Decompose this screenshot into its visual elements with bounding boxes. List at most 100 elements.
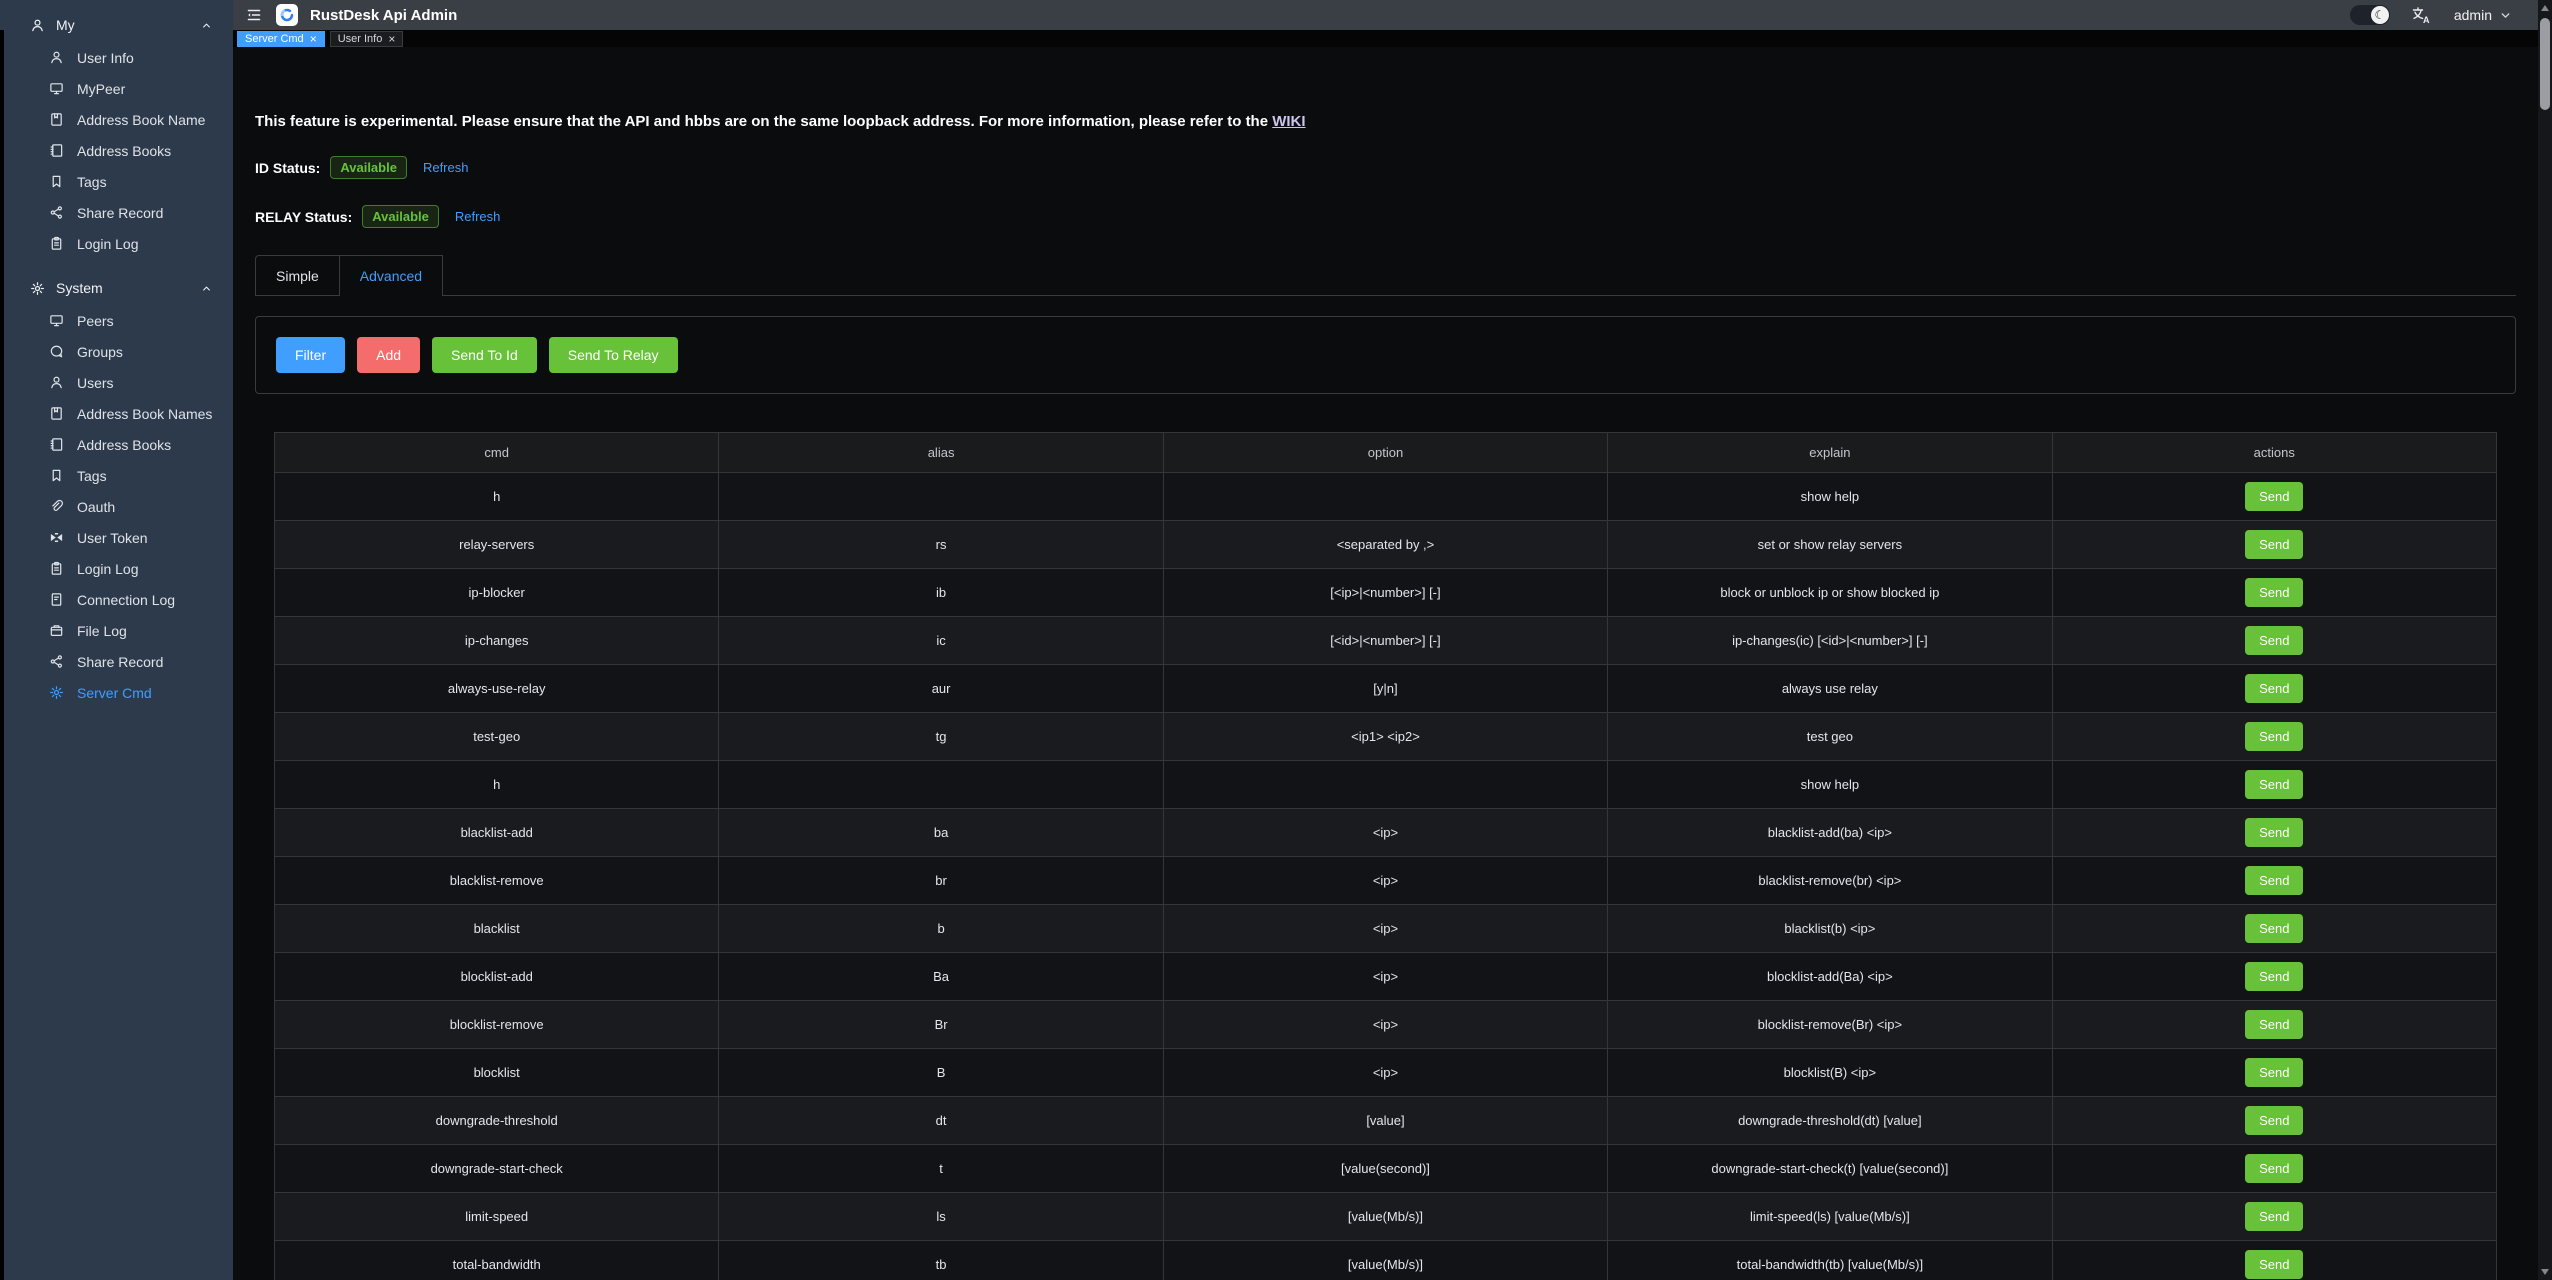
send-to-id-button[interactable]: Send To Id (432, 337, 537, 373)
refresh-link[interactable]: Refresh (423, 160, 469, 175)
tab-label: User Info (338, 33, 383, 45)
sidebar-item-oauth[interactable]: Oauth (0, 491, 233, 522)
cell-actions: Send (2052, 665, 2496, 713)
sidebar-item-login-log[interactable]: Login Log (0, 553, 233, 584)
sidebar-item-address-book-names[interactable]: Address Book Names (0, 398, 233, 429)
sidebar-item-address-book-name[interactable]: Address Book Name (0, 104, 233, 135)
send-button[interactable]: Send (2245, 914, 2303, 943)
sidebar-item-address-books[interactable]: Address Books (0, 429, 233, 460)
sidebar-item-file-log[interactable]: File Log (0, 615, 233, 646)
hamburger-menu-icon[interactable] (246, 7, 262, 23)
send-button[interactable]: Send (2245, 1058, 2303, 1087)
cell-cmd: blocklist-remove (275, 1001, 719, 1049)
cell-alias: tg (719, 713, 1163, 761)
cell-cmd: downgrade-start-check (275, 1145, 719, 1193)
sidebar-group-system[interactable]: System (0, 271, 233, 305)
send-button[interactable]: Send (2245, 962, 2303, 991)
sidebar-item-mypeer[interactable]: MyPeer (0, 73, 233, 104)
cell-explain: blocklist-add(Ba) <ip> (1608, 953, 2052, 1001)
wiki-link[interactable]: WIKI (1272, 113, 1305, 130)
chevron-up-icon (200, 282, 213, 295)
sidebar-group-my[interactable]: My (0, 8, 233, 42)
chevron-down-icon (2499, 9, 2512, 22)
tab-server-cmd[interactable]: Server Cmd× (237, 31, 325, 47)
table-row: blacklistb<ip>blacklist(b) <ip>Send (275, 905, 2497, 953)
sidebar-item-groups[interactable]: Groups (0, 336, 233, 367)
send-button[interactable]: Send (2245, 1154, 2303, 1183)
vertical-scrollbar[interactable] (2538, 0, 2552, 1280)
cell-actions: Send (2052, 857, 2496, 905)
send-to-relay-button[interactable]: Send To Relay (549, 337, 678, 373)
bookmark-icon (49, 468, 64, 483)
send-button[interactable]: Send (2245, 1202, 2303, 1231)
send-button[interactable]: Send (2245, 578, 2303, 607)
sidebar-item-label: File Log (77, 623, 127, 639)
mode-tab-advanced[interactable]: Advanced (340, 255, 443, 296)
table-row: ip-blockerib[<ip>|<number>] [-]block or … (275, 569, 2497, 617)
send-button[interactable]: Send (2245, 1250, 2303, 1279)
send-button[interactable]: Send (2245, 722, 2303, 751)
close-icon[interactable]: × (388, 33, 395, 45)
sidebar-item-server-cmd[interactable]: Server Cmd (0, 677, 233, 708)
cell-explain: blacklist(b) <ip> (1608, 905, 2052, 953)
column-header-actions: actions (2052, 433, 2496, 473)
sidebar-item-label: Login Log (77, 236, 139, 252)
sidebar-item-user-info[interactable]: User Info (0, 42, 233, 73)
sidebar-item-login-log[interactable]: Login Log (0, 228, 233, 259)
close-icon[interactable]: × (310, 33, 317, 45)
mode-tab-simple[interactable]: Simple (255, 255, 340, 295)
status-badge: Available (330, 156, 407, 179)
cell-alias: Br (719, 1001, 1163, 1049)
send-button[interactable]: Send (2245, 674, 2303, 703)
cell-option: <separated by ,> (1163, 521, 1607, 569)
scroll-down-icon[interactable] (2541, 1269, 2549, 1275)
sidebar-item-connection-log[interactable]: Connection Log (0, 584, 233, 615)
send-button[interactable]: Send (2245, 530, 2303, 559)
sidebar-scrollbar[interactable] (0, 30, 4, 1280)
sidebar-item-label: MyPeer (77, 81, 125, 97)
refresh-link[interactable]: Refresh (455, 209, 501, 224)
sidebar-item-share-record[interactable]: Share Record (0, 646, 233, 677)
cell-alias: b (719, 905, 1163, 953)
send-button[interactable]: Send (2245, 482, 2303, 511)
sidebar-item-users[interactable]: Users (0, 367, 233, 398)
cell-cmd: h (275, 761, 719, 809)
sidebar-item-label: Connection Log (77, 592, 175, 608)
experimental-notice: This feature is experimental. Please ens… (255, 113, 2516, 130)
column-header-explain: explain (1608, 433, 2052, 473)
sidebar-item-peers[interactable]: Peers (0, 305, 233, 336)
language-switch-icon[interactable]: A (2412, 6, 2432, 24)
cell-explain: total-bandwidth(tb) [value(Mb/s)] (1608, 1241, 2052, 1280)
clipboard-icon (49, 236, 64, 251)
sidebar-item-tags[interactable]: Tags (0, 166, 233, 197)
scroll-up-icon[interactable] (2541, 5, 2549, 11)
sidebar-item-label: Address Books (77, 143, 171, 159)
cell-actions: Send (2052, 617, 2496, 665)
send-button[interactable]: Send (2245, 866, 2303, 895)
sidebar-item-tags[interactable]: Tags (0, 460, 233, 491)
add-button[interactable]: Add (357, 337, 420, 373)
send-button[interactable]: Send (2245, 626, 2303, 655)
send-button[interactable]: Send (2245, 1106, 2303, 1135)
column-header-cmd: cmd (275, 433, 719, 473)
send-button[interactable]: Send (2245, 818, 2303, 847)
cell-option: [value] (1163, 1097, 1607, 1145)
table-row: downgrade-thresholddt[value]downgrade-th… (275, 1097, 2497, 1145)
sidebar-item-share-record[interactable]: Share Record (0, 197, 233, 228)
cell-actions: Send (2052, 1049, 2496, 1097)
toolbar-panel: Filter Add Send To Id Send To Relay (255, 316, 2516, 394)
sidebar-item-user-token[interactable]: User Token (0, 522, 233, 553)
dark-mode-toggle[interactable]: ☾ (2350, 5, 2390, 25)
filter-button[interactable]: Filter (276, 337, 345, 373)
scrollbar-thumb[interactable] (2540, 18, 2550, 110)
monitor-icon (49, 81, 64, 96)
user-dropdown[interactable]: admin (2454, 7, 2512, 23)
send-button[interactable]: Send (2245, 770, 2303, 799)
cell-option (1163, 473, 1607, 521)
cell-explain: set or show relay servers (1608, 521, 2052, 569)
share-icon (49, 654, 64, 669)
tab-user-info[interactable]: User Info × (330, 31, 404, 47)
filebox-icon (49, 623, 64, 638)
sidebar-item-address-books[interactable]: Address Books (0, 135, 233, 166)
send-button[interactable]: Send (2245, 1010, 2303, 1039)
